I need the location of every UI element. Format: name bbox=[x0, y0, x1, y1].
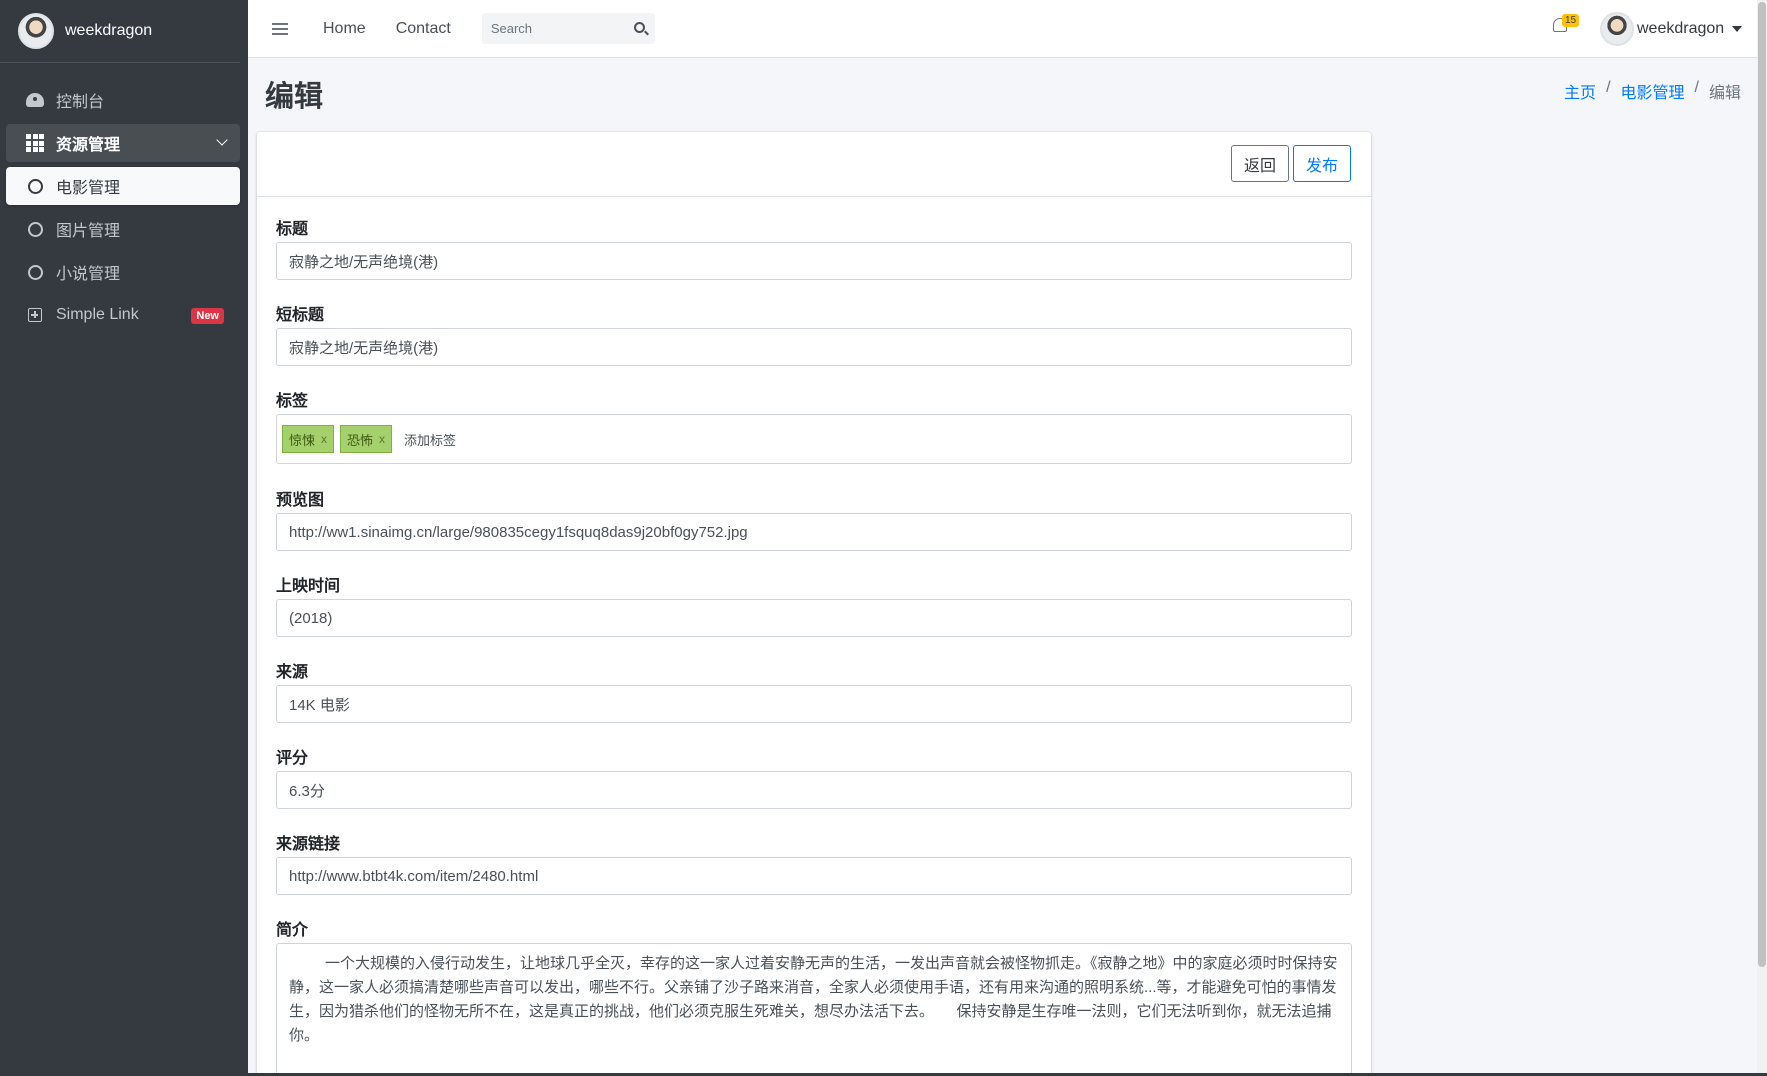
breadcrumb-current: 编辑 bbox=[1708, 85, 1741, 102]
preview-url-input[interactable]: http://ww1.sinaimg.cn/large/980835cegy1f… bbox=[276, 513, 1352, 551]
edit-card: 返回 发布 标题 寂静之地/无声绝境(港) 短标题 寂静之地/无声绝境(港) 标… bbox=[257, 132, 1371, 1076]
sidebar-item-label: 小说管理 bbox=[56, 266, 121, 283]
source-input[interactable]: 14K 电影 bbox=[276, 685, 1352, 723]
breadcrumb-movies[interactable]: 电影管理 bbox=[1621, 79, 1685, 103]
sidebar-item-movies[interactable]: 电影管理 bbox=[6, 167, 240, 205]
tags-label: 标签 bbox=[276, 393, 309, 410]
notification-badge: 15 bbox=[1562, 14, 1580, 27]
sidebar-item-label: 图片管理 bbox=[56, 223, 121, 240]
sidebar-item-label: 电影管理 bbox=[56, 180, 121, 197]
menu-toggle-icon[interactable] bbox=[272, 22, 288, 35]
tag-chip: 恐怖 x bbox=[340, 425, 393, 453]
tag-remove-icon[interactable]: x bbox=[321, 432, 327, 446]
page-scrollbar[interactable] bbox=[1757, 0, 1767, 1076]
intro-textarea[interactable]: 一个大规模的入侵行动发生，让地球几乎全灭，幸存的这一家人过着安静无声的生活，一发… bbox=[276, 943, 1352, 1076]
release-label: 上映时间 bbox=[276, 578, 341, 595]
nav-link-home[interactable]: Home bbox=[323, 20, 366, 38]
title-label: 标题 bbox=[276, 221, 309, 238]
back-button[interactable]: 返回 bbox=[1231, 145, 1290, 182]
sidebar-item-label: 资源管理 bbox=[56, 137, 121, 154]
grid-icon bbox=[24, 134, 46, 152]
tags-input[interactable]: 惊悚 x 恐怖 x 添加标签 bbox=[276, 414, 1352, 464]
source-label: 来源 bbox=[276, 664, 309, 681]
sidebar-item-resources[interactable]: 资源管理 bbox=[6, 124, 240, 162]
intro-label: 简介 bbox=[276, 922, 309, 939]
title-input[interactable]: 寂静之地/无声绝境(港) bbox=[276, 242, 1352, 280]
sidebar-item-images[interactable]: 图片管理 bbox=[6, 210, 240, 248]
sidebar-nav: 控制台 资源管理 电影管理 图片管理 小说管理 Simple Link New bbox=[0, 63, 248, 334]
preview-label: 预览图 bbox=[276, 492, 325, 509]
brand[interactable]: weekdragon bbox=[0, 0, 240, 63]
rating-input[interactable]: 6.3分 bbox=[276, 771, 1352, 809]
circle-icon bbox=[24, 264, 46, 280]
sidebar-item-label: 控制台 bbox=[56, 94, 105, 111]
short-title-input[interactable]: 寂静之地/无声绝境(港) bbox=[276, 328, 1352, 366]
circle-icon bbox=[24, 221, 46, 237]
source-link-label: 来源链接 bbox=[276, 836, 341, 853]
tag-chip: 惊悚 x bbox=[282, 425, 335, 453]
search-placeholder: Search bbox=[490, 21, 533, 36]
circle-icon bbox=[24, 178, 46, 194]
breadcrumb-separator: / bbox=[1606, 79, 1611, 96]
page-title: 编辑 bbox=[265, 81, 324, 113]
tag-remove-icon[interactable]: x bbox=[379, 432, 385, 446]
breadcrumb-home[interactable]: 主页 bbox=[1564, 79, 1596, 103]
user-name: weekdragon bbox=[1637, 20, 1725, 37]
movie-form: 标题 寂静之地/无声绝境(港) 短标题 寂静之地/无声绝境(港) 标签 惊悚 x… bbox=[257, 197, 1371, 1076]
tag-text: 惊悚 bbox=[289, 432, 316, 448]
card-header: 返回 发布 bbox=[257, 132, 1371, 197]
publish-button[interactable]: 发布 bbox=[1293, 145, 1352, 182]
breadcrumb: 主页 / 电影管理 / 编辑 bbox=[1564, 79, 1741, 103]
user-avatar bbox=[1600, 12, 1634, 46]
release-input[interactable]: (2018) bbox=[276, 599, 1352, 637]
sidebar-item-dashboard[interactable]: 控制台 bbox=[6, 81, 240, 119]
nav-link-contact[interactable]: Contact bbox=[396, 20, 451, 38]
sidebar: weekdragon 控制台 资源管理 电影管理 图片管理 小说管理 Simpl… bbox=[0, 0, 248, 1076]
new-badge: New bbox=[191, 308, 224, 324]
brand-avatar bbox=[18, 13, 54, 49]
dashboard-icon bbox=[24, 93, 46, 107]
breadcrumb-separator: / bbox=[1694, 79, 1699, 96]
topbar: Home Contact Search 15 weekdragon bbox=[248, 0, 1767, 58]
search-icon[interactable] bbox=[633, 22, 645, 33]
search-input[interactable]: Search bbox=[481, 13, 655, 44]
tag-add-field[interactable]: 添加标签 bbox=[404, 430, 456, 449]
chevron-down-icon bbox=[216, 134, 228, 146]
short-title-label: 短标题 bbox=[276, 307, 325, 324]
sidebar-item-label: Simple Link bbox=[56, 306, 139, 323]
tag-text: 恐怖 bbox=[347, 432, 374, 448]
rating-label: 评分 bbox=[276, 750, 309, 767]
source-link-input[interactable]: http://www.btbt4k.com/item/2480.html bbox=[276, 857, 1352, 895]
user-menu[interactable]: weekdragon bbox=[1600, 12, 1743, 46]
scrollbar-thumb[interactable] bbox=[1758, 2, 1766, 967]
sidebar-item-novels[interactable]: 小说管理 bbox=[6, 253, 240, 291]
caret-down-icon bbox=[1732, 26, 1743, 32]
sidebar-item-simple-link[interactable]: Simple Link New bbox=[6, 296, 240, 334]
plus-square-icon bbox=[24, 308, 46, 322]
brand-name: weekdragon bbox=[65, 22, 153, 39]
